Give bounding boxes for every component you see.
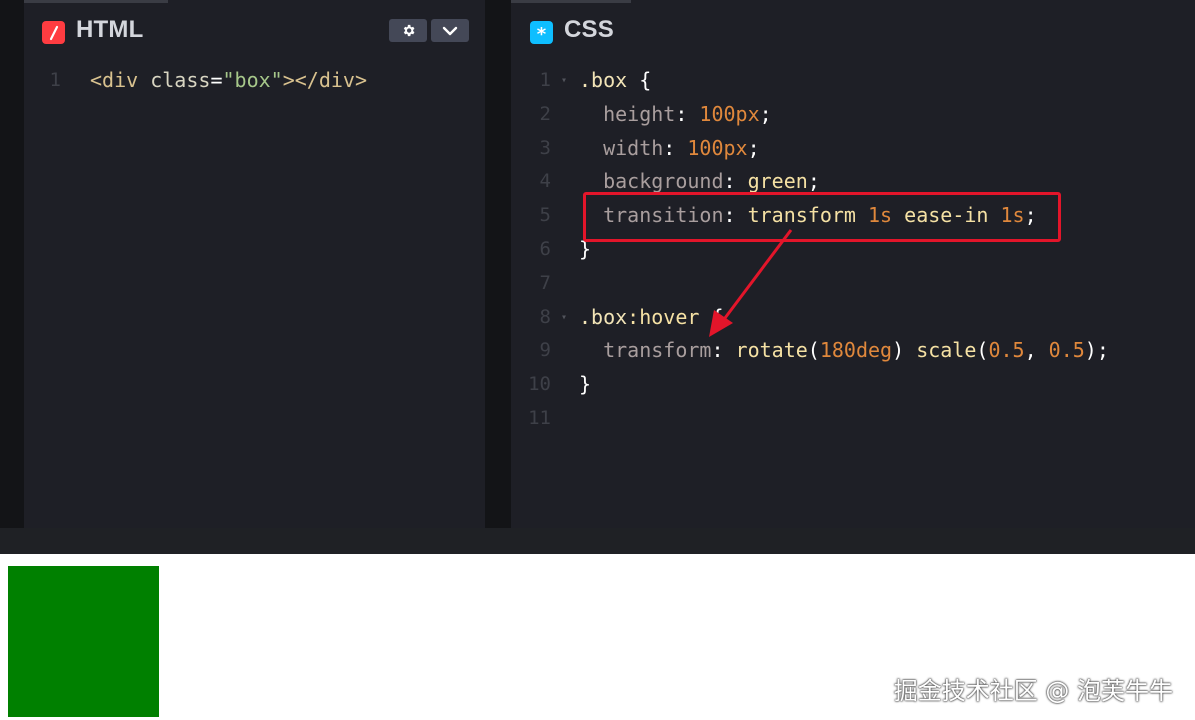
code-token: ); bbox=[1084, 338, 1109, 363]
code-token: ( bbox=[976, 338, 989, 363]
code-text: height: 100px; bbox=[579, 98, 772, 132]
code-token: , bbox=[1024, 338, 1049, 363]
code-token: { bbox=[699, 304, 724, 329]
preview-box[interactable] bbox=[8, 566, 159, 717]
html-pane-header: HTML bbox=[24, 0, 485, 62]
line-number: 2 bbox=[539, 102, 551, 125]
line-number: 6 bbox=[539, 237, 551, 260]
code-token: ; bbox=[759, 101, 772, 126]
line-number: 11 bbox=[528, 406, 551, 429]
css-code-editor[interactable]: 1 ▾ .box {2 height: 100px; 3 width: 100px; 4… bbox=[511, 64, 1195, 436]
code-line[interactable]: 3 width: 100px; bbox=[511, 132, 1195, 166]
code-token: : bbox=[723, 169, 748, 194]
css-editor-pane[interactable]: * CSS 1 ▾ .box {2 height: 100px; 3 width: 1… bbox=[511, 0, 1195, 528]
code-token: background bbox=[579, 169, 724, 194]
code-token: "box" bbox=[222, 68, 283, 92]
gear-icon bbox=[403, 24, 414, 37]
line-number: 7 bbox=[539, 271, 551, 294]
code-token: 0.5 bbox=[988, 338, 1025, 363]
code-token: scale bbox=[916, 338, 977, 363]
code-token: } bbox=[579, 372, 592, 397]
line-number: 1 bbox=[539, 69, 551, 91]
code-token: 100px bbox=[687, 135, 748, 160]
code-line[interactable]: 8 ▾ .box:hover { bbox=[511, 301, 1195, 335]
html-editor-pane[interactable]: HTML 1 <div class="box"></div> bbox=[24, 0, 485, 528]
code-token: : bbox=[711, 338, 736, 363]
code-token: class bbox=[150, 68, 211, 92]
fold-toggle-icon[interactable]: ▾ bbox=[561, 301, 567, 335]
code-token: width bbox=[579, 135, 664, 160]
code-token: height bbox=[579, 101, 676, 126]
code-token: <div bbox=[90, 68, 151, 92]
resize-bar[interactable] bbox=[0, 528, 1195, 554]
code-line[interactable]: 1 <div class="box"></div> bbox=[24, 64, 485, 98]
html-pane-title: HTML bbox=[76, 16, 144, 43]
code-token: ; bbox=[807, 169, 820, 194]
line-number: 8 bbox=[539, 305, 551, 328]
html-code-editor[interactable]: 1 <div class="box"></div> bbox=[24, 64, 485, 98]
code-text: .box:hover { bbox=[579, 301, 724, 335]
line-number: 9 bbox=[539, 339, 551, 362]
slash-icon bbox=[42, 21, 65, 44]
code-token: ( bbox=[807, 338, 820, 363]
css-pane-title: CSS bbox=[564, 16, 614, 43]
chevron-down-icon bbox=[442, 26, 458, 35]
line-number: 1 bbox=[49, 69, 61, 91]
line-number: 10 bbox=[528, 373, 551, 396]
code-line[interactable]: 11 bbox=[511, 402, 1195, 436]
fold-toggle-icon[interactable]: ▾ bbox=[561, 64, 567, 98]
code-text: width: 100px; bbox=[579, 132, 760, 166]
code-token: green bbox=[747, 169, 808, 194]
code-text: .box { bbox=[579, 64, 651, 98]
code-token: ></div> bbox=[282, 68, 367, 92]
code-token: :hover bbox=[627, 304, 700, 329]
code-text: } bbox=[579, 368, 591, 402]
code-token: : bbox=[663, 135, 688, 160]
code-line[interactable]: 9 transform: rotate(180deg) scale(0.5, 0… bbox=[511, 334, 1195, 368]
asterisk-icon: * bbox=[530, 21, 553, 44]
code-token: transform bbox=[579, 338, 712, 363]
code-token: .box bbox=[579, 304, 628, 329]
settings-button[interactable] bbox=[389, 19, 427, 42]
code-text: <div class="box"></div> bbox=[90, 64, 367, 98]
line-number: 4 bbox=[539, 170, 551, 193]
code-token: .box bbox=[579, 68, 628, 92]
code-token: 100px bbox=[699, 101, 760, 126]
code-line[interactable]: 2 height: 100px; bbox=[511, 98, 1195, 132]
code-line[interactable]: 1 ▾ .box { bbox=[511, 64, 1195, 98]
code-token: : bbox=[675, 101, 700, 126]
preview-area: 掘金技术社区 @ 泡芙牛牛 bbox=[0, 554, 1195, 720]
code-line[interactable]: 7 bbox=[511, 267, 1195, 301]
code-token: 0.5 bbox=[1048, 338, 1085, 363]
code-text: transform: rotate(180deg) scale(0.5, 0.5… bbox=[579, 334, 1109, 368]
css-pane-header: * CSS bbox=[511, 0, 1195, 62]
code-token: { bbox=[627, 68, 652, 92]
line-number: 5 bbox=[539, 204, 551, 227]
code-token: ) bbox=[892, 338, 917, 363]
code-token: rotate bbox=[735, 338, 808, 363]
highlight-annotation bbox=[583, 192, 1061, 242]
watermark: 掘金技术社区 @ 泡芙牛牛 bbox=[893, 677, 1173, 705]
code-token: ; bbox=[747, 135, 760, 160]
code-token: 180deg bbox=[819, 338, 893, 363]
line-number: 3 bbox=[539, 136, 551, 159]
collapse-button[interactable] bbox=[431, 19, 469, 42]
code-token: = bbox=[210, 68, 223, 92]
code-line[interactable]: 10} bbox=[511, 368, 1195, 402]
